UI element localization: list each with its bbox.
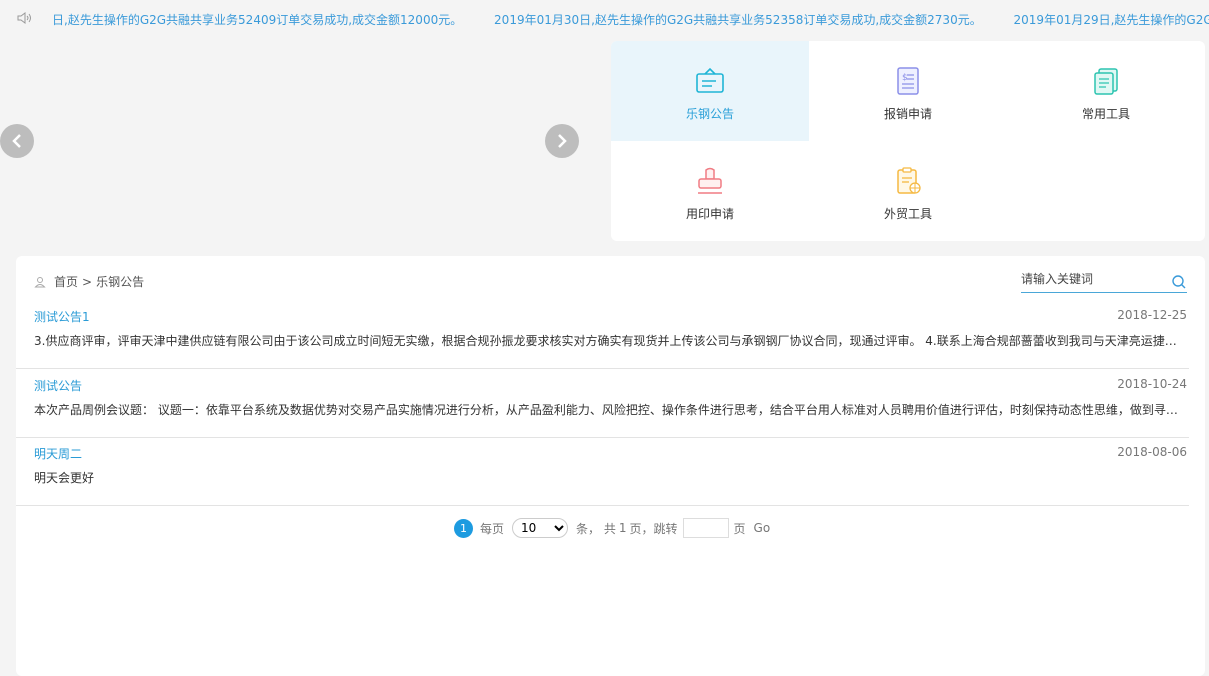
notice-date: 2018-10-24	[1117, 377, 1187, 391]
breadcrumb-current: 乐钢公告	[96, 275, 145, 289]
carousel-next-button[interactable]	[545, 124, 579, 158]
ticker-message[interactable]: 2019年01月29日,赵先生操作的G2G共融共享	[1014, 13, 1209, 27]
carousel-prev-button[interactable]	[0, 124, 34, 158]
jump-label: 页，跳转	[629, 521, 678, 536]
notice-date: 2018-08-06	[1117, 445, 1187, 459]
svg-text:$: $	[902, 73, 908, 83]
notice-desc: 明天会更好	[34, 471, 95, 485]
ticker-messages: 日,赵先生操作的G2G共融共享业务52409订单交易成功,成交金额12000元。…	[52, 11, 1209, 28]
announcement-panel: 首页 > 乐钢公告 测试公告1 2018-12-25 3.供应商评审，评审天津中…	[16, 256, 1205, 676]
notice-item: 测试公告1 2018-12-25 3.供应商评审，评审天津中建供应链有限公司由于…	[16, 300, 1189, 369]
notice-title[interactable]: 测试公告1	[34, 308, 90, 325]
search-icon[interactable]	[1171, 274, 1187, 290]
page-button[interactable]: 1	[454, 518, 473, 538]
notice-desc: 本次产品周例会议题： 议题一：依靠平台系统及数据优势对交易产品实施情况进行分析，…	[34, 403, 1184, 417]
search-box	[1021, 272, 1187, 293]
quick-link-announcement[interactable]: 乐钢公告	[611, 41, 809, 141]
pagination: 1 每页 10 条， 共 1 页，跳转 页 Go	[454, 518, 770, 538]
rows-unit-label: 条， 共	[576, 521, 616, 536]
quick-link-label: 乐钢公告	[685, 107, 734, 121]
notice-item: 测试公告 2018-10-24 本次产品周例会议题： 议题一：依靠平台系统及数据…	[16, 369, 1189, 438]
speaker-icon	[17, 12, 31, 24]
quick-link-tools[interactable]: 常用工具	[1007, 41, 1205, 141]
banner-carousel	[0, 40, 600, 240]
quick-link-stamp[interactable]: 用印申请	[611, 141, 809, 241]
jump-page-input[interactable]	[682, 518, 729, 538]
ticker-message[interactable]: 日,赵先生操作的G2G共融共享业务52409订单交易成功,成交金额12000元。	[52, 13, 462, 27]
quick-link-label: 外贸工具	[883, 207, 932, 221]
total-pages: 1	[618, 521, 627, 535]
announcement-icon	[696, 67, 724, 93]
quick-link-label: 常用工具	[1081, 107, 1130, 121]
per-page-label: 每页	[480, 521, 505, 536]
breadcrumb: 首页 > 乐钢公告	[34, 273, 144, 290]
notice-item: 明天周二 2018-08-06 明天会更好	[16, 437, 1189, 506]
per-page-select[interactable]: 10	[512, 518, 569, 538]
news-ticker: 日,赵先生操作的G2G共融共享业务52409订单交易成功,成交金额12000元。…	[0, 0, 1209, 36]
ticker-message[interactable]: 2019年01月30日,赵先生操作的G2G共融共享业务52358订单交易成功,成…	[494, 13, 982, 27]
notice-title[interactable]: 明天周二	[34, 445, 82, 462]
chevron-left-icon	[12, 134, 21, 148]
quick-links-panel: 乐钢公告 $ 报销申请 常用工具 用印申请 外贸工具	[611, 41, 1205, 241]
notice-desc: 3.供应商评审，评审天津中建供应链有限公司由于该公司成立时间短无实缴，根据合规孙…	[34, 334, 1184, 348]
reimbursement-icon: $	[897, 67, 919, 95]
quick-link-foreign-trade[interactable]: 外贸工具	[809, 141, 1007, 241]
breadcrumb-home[interactable]: 首页	[54, 273, 78, 290]
quick-link-label: 用印申请	[685, 207, 734, 221]
breadcrumb-separator: >	[82, 274, 93, 289]
user-location-icon	[34, 276, 46, 287]
quick-link-reimbursement[interactable]: $ 报销申请	[809, 41, 1007, 141]
tools-icon	[1094, 68, 1118, 95]
stamp-icon	[698, 167, 722, 194]
notice-title[interactable]: 测试公告	[34, 377, 82, 394]
foreign-trade-icon	[897, 167, 921, 194]
search-input[interactable]	[1021, 272, 1161, 286]
page-suffix: 页	[733, 521, 746, 536]
notice-date: 2018-12-25	[1117, 308, 1187, 322]
quick-link-label: 报销申请	[883, 107, 932, 121]
go-button[interactable]: Go	[754, 521, 771, 535]
chevron-right-icon	[558, 134, 567, 148]
